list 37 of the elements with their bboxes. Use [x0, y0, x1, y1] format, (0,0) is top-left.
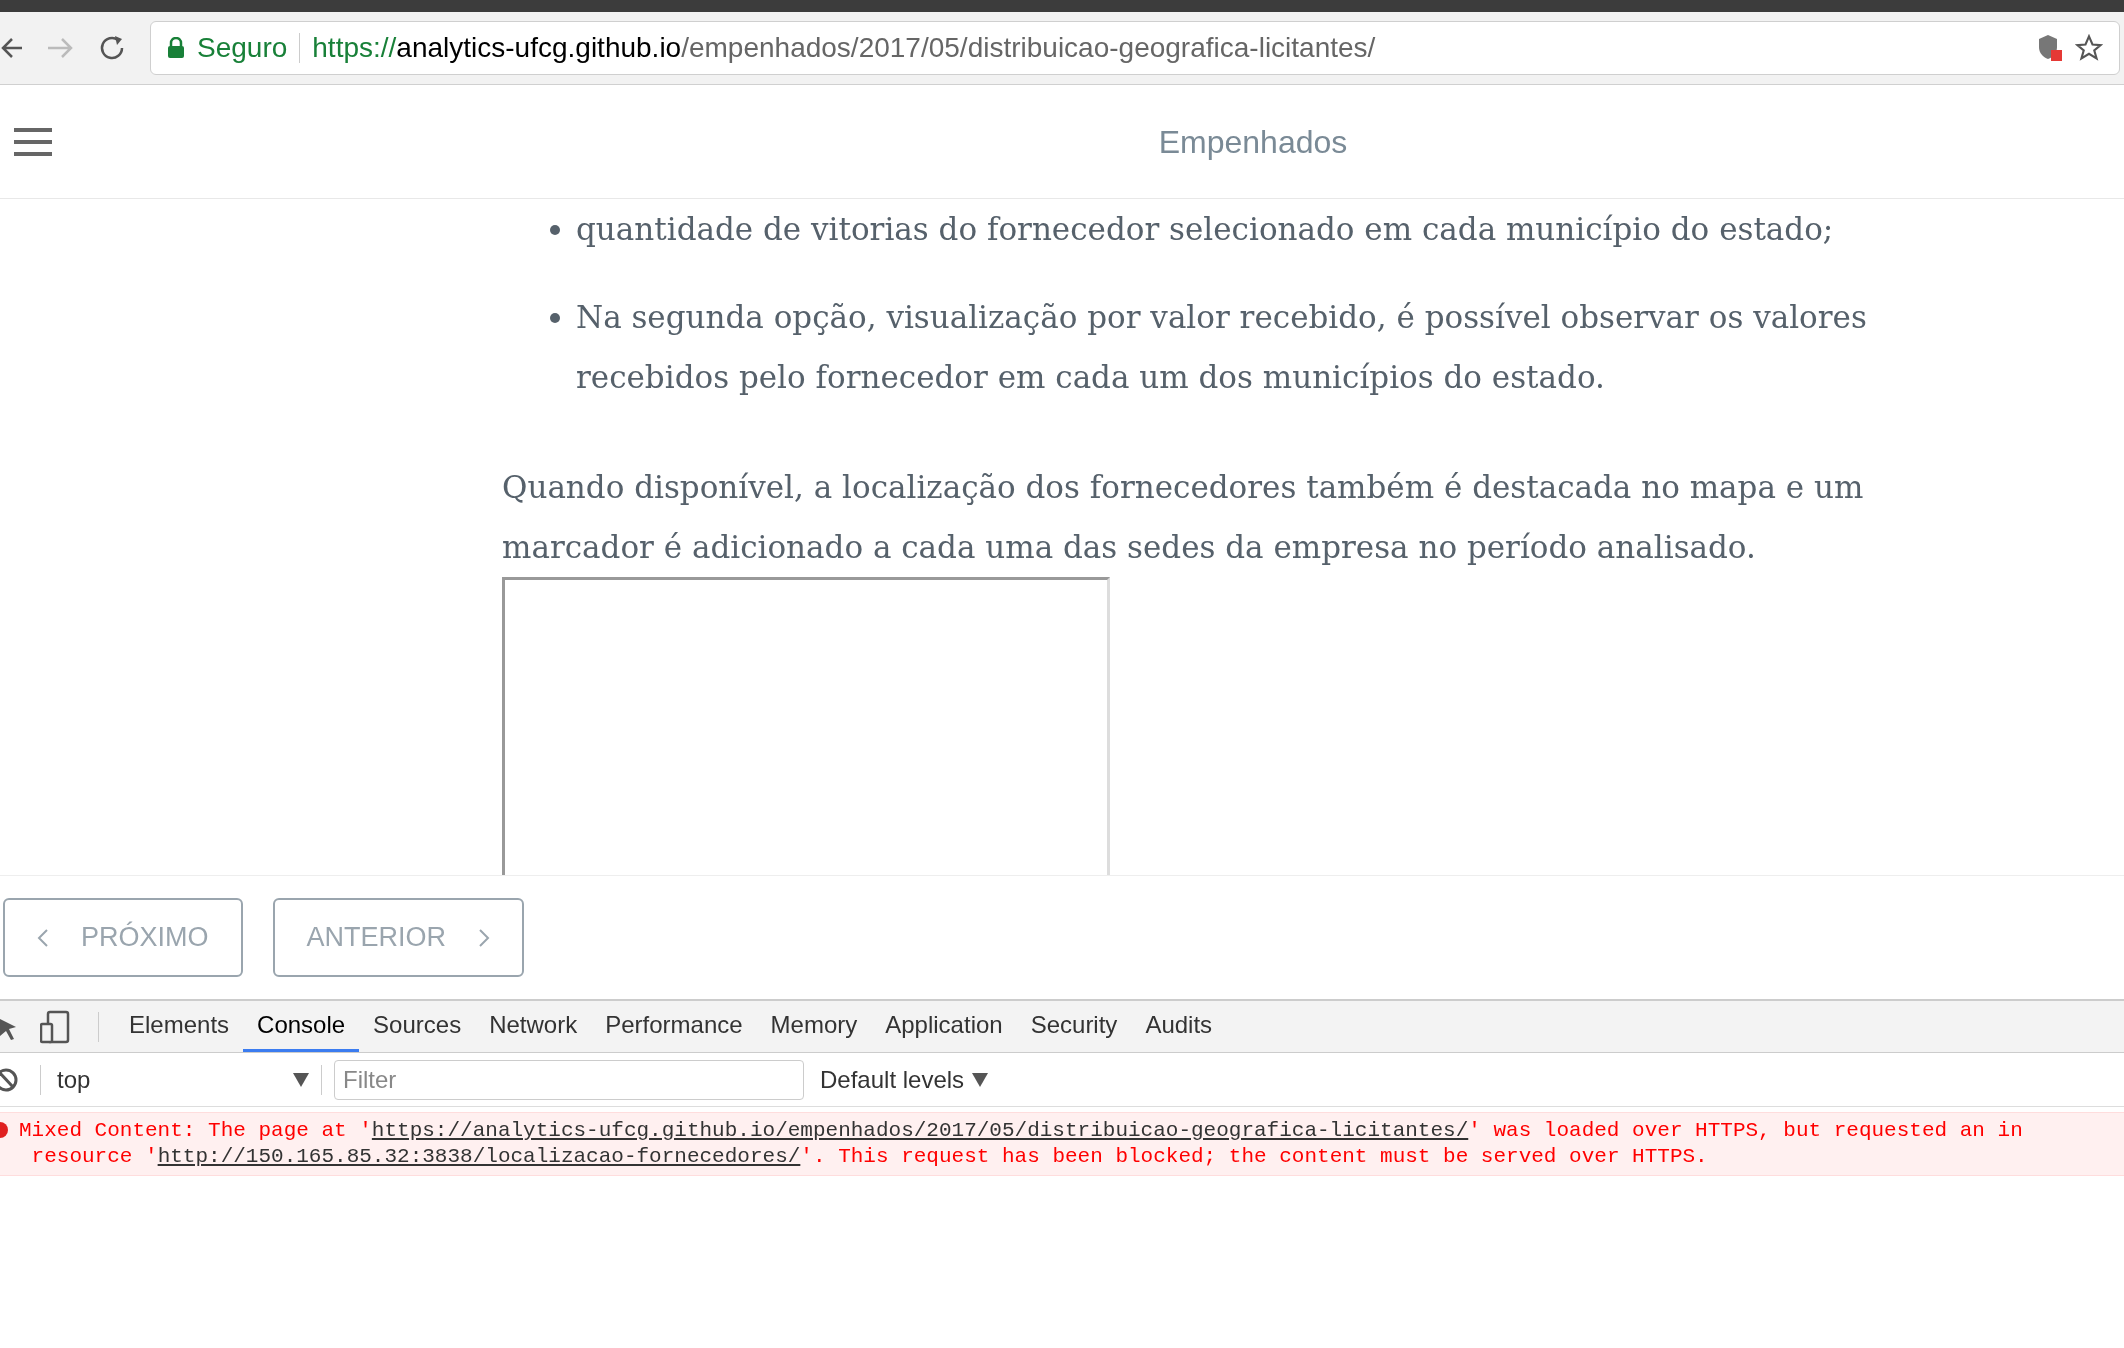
url-text: https://analytics-ufcg.github.io/empenhados/2017/05/distribuicao-geografica-licitantes/ [312, 31, 1376, 65]
dropdown-icon [972, 1072, 989, 1087]
console-link[interactable]: http://150.165.85.32:3838/localizacao-fornecedores/ [157, 1145, 801, 1168]
bullet-text: Na segunda opção, visualização por valor recebido, é possível observar os valores recebidos pelo fornecedor em cada um dos municípios do estado. [576, 298, 1868, 397]
error-icon [0, 1122, 8, 1138]
devtools-tab[interactable]: Security [1016, 1001, 1132, 1052]
devtools-tab[interactable]: Sources [359, 1001, 476, 1052]
devtools-tab[interactable]: Application [871, 1001, 1017, 1052]
chevron-left-icon [37, 927, 49, 948]
secure-label: Seguro [197, 31, 288, 65]
devtools-tab[interactable]: Console [243, 1001, 360, 1052]
devtools-tab[interactable]: Elements [115, 1001, 244, 1052]
lock-icon [167, 37, 185, 59]
page-title: Empenhados [1158, 122, 1348, 162]
device-icon[interactable] [40, 1009, 70, 1044]
console-message-text: '. This request has been blocked; the content must be served over HTTPS. [800, 1145, 1708, 1168]
devtools-tab[interactable]: Network [475, 1001, 592, 1052]
address-bar[interactable]: Seguro https://analytics-ufcg.github.io/empenhados/2017/05/distribuicao-geografica-licitantes/ [150, 21, 2120, 75]
devtools-tab[interactable]: Performance [591, 1001, 757, 1052]
filter-field[interactable]: Filter [334, 1059, 804, 1100]
console-link[interactable]: https://analytics-ufcg.github.io/empenhados/2017/05/distribuicao-geografica-licitantes/ [371, 1119, 1469, 1142]
star-icon[interactable] [2075, 34, 2103, 62]
levels-dropdown[interactable]: Default levels [820, 1061, 989, 1098]
chevron-right-icon [478, 927, 491, 948]
console-message-text: resource ' [30, 1145, 158, 1168]
shield-icon[interactable] [2037, 33, 2063, 63]
clear-console-icon[interactable] [0, 1066, 20, 1093]
reload-icon[interactable] [98, 34, 126, 62]
dropdown-icon [293, 1072, 309, 1087]
context-select[interactable]: top [41, 1061, 321, 1098]
devtools-tab[interactable]: Memory [756, 1001, 872, 1052]
paragraph-text: Quando disponível, a localização dos fornecedores também é destacada no mapa e um marcador é adicionado a cada uma das sedes da empresa no período analisado. [501, 468, 1865, 567]
devtools-tab[interactable]: Audits [1131, 1001, 1227, 1052]
bullet-text: quantidade de vitorias do fornecedor selecionado em cada município do estado; [576, 210, 1834, 249]
menu-icon[interactable] [14, 126, 52, 157]
console-message-text: Mixed Content: The page at ' [19, 1119, 372, 1142]
console-message-text: ' was loaded over HTTPS, but requested an in [1468, 1119, 2023, 1142]
